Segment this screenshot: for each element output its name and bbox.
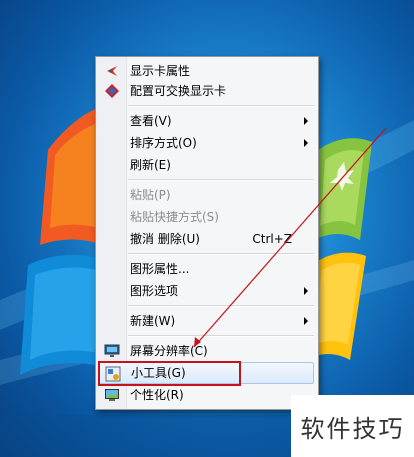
menu-item-graphics-properties[interactable]: 显示卡属性 [98,60,316,82]
menu-item-label: 粘贴(P) [130,188,171,202]
menu-item-label: 图形属性... [130,262,190,276]
switchable-graphics-icon [104,83,120,99]
menu-item-view[interactable]: 查看(V) [98,110,316,132]
menu-item-label: 粘贴快捷方式(S) [130,210,219,224]
menu-item-switchable-graphics[interactable]: 配置可交换显示卡 [98,80,316,102]
menu-item-undo-delete[interactable]: 撤消 删除(U) Ctrl+Z [98,228,316,250]
menu-separator [128,335,314,337]
menu-item-graphics-props[interactable]: 图形属性... [98,258,316,280]
submenu-arrow-icon [304,117,308,125]
menu-item-label: 图形选项 [130,284,179,298]
submenu-arrow-icon [304,317,308,325]
personalize-icon [104,387,120,403]
screen-resolution-icon [104,343,120,359]
menu-item-label: 查看(V) [130,114,172,128]
menu-item-refresh[interactable]: 刷新(E) [98,154,316,176]
menu-item-label: 新建(W) [130,314,176,328]
menu-item-label: 个性化(R) [130,388,184,402]
menu-item-label: 配置可交换显示卡 [130,84,227,98]
menu-separator [128,305,314,307]
menu-item-paste[interactable]: 粘贴(P) [98,184,316,206]
menu-item-sort-by[interactable]: 排序方式(O) [98,132,316,154]
menu-item-label: 显示卡属性 [130,64,191,78]
menu-separator [128,179,314,181]
menu-separator [128,253,314,255]
menu-item-graphics-options[interactable]: 图形选项 [98,280,316,302]
graphics-card-icon [104,63,120,79]
menu-item-shortcut: Ctrl+Z [252,232,292,246]
submenu-arrow-icon [304,287,308,295]
menu-item-new[interactable]: 新建(W) [98,310,316,332]
menu-separator [128,105,314,107]
menu-item-label: 刷新(E) [130,158,171,172]
submenu-arrow-icon [304,139,308,147]
menu-item-label: 排序方式(O) [130,136,197,150]
menu-item-label: 撤消 删除(U) [130,232,200,246]
annotation-highlight-box [98,361,241,386]
menu-item-label: 屏幕分辨率(C) [130,344,208,358]
watermark-text: 软件技巧 [291,395,414,457]
desktop-context-menu: 显示卡属性 配置可交换显示卡 查看(V) 排序方式(O) 刷新(E) 粘贴(P)… [95,56,319,410]
menu-item-personalize[interactable]: 个性化(R) [98,384,316,406]
menu-item-screen-resolution[interactable]: 屏幕分辨率(C) [98,340,316,362]
menu-item-paste-shortcut[interactable]: 粘贴快捷方式(S) [98,206,316,228]
